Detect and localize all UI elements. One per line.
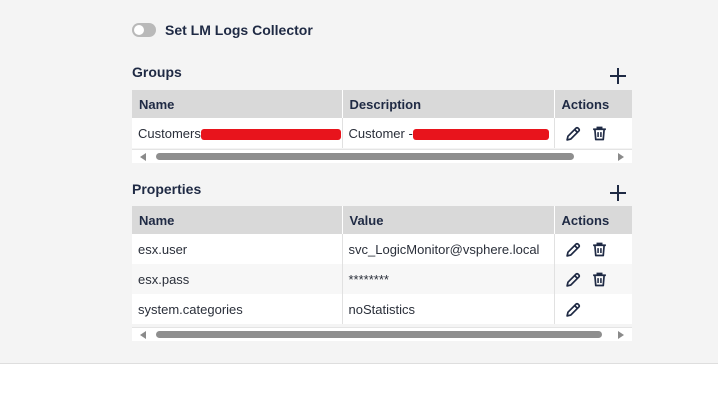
property-name: esx.user: [132, 234, 343, 264]
edit-pencil-icon[interactable]: [565, 241, 582, 258]
property-value: noStatistics: [342, 294, 555, 324]
group-actions-cell: [554, 118, 632, 148]
groups-table: Name Description Actions Customers Custo…: [132, 90, 632, 148]
group-description: Customer -: [348, 125, 413, 141]
table-header-row: Name Description Actions: [132, 90, 632, 118]
properties-table: Name Value Actions esx.user svc_LogicMon…: [132, 206, 632, 324]
redaction-mark: [200, 128, 341, 140]
column-header-actions: Actions: [554, 90, 632, 118]
add-group-plus-icon[interactable]: [609, 67, 627, 85]
scroll-thumb[interactable]: [156, 153, 574, 160]
property-actions-cell: [554, 234, 632, 264]
table-row: esx.pass ********: [132, 264, 632, 294]
table-row: system.categories noStatistics: [132, 294, 632, 324]
group-description-cell: Customer -: [342, 118, 555, 148]
redaction-mark: [412, 128, 549, 140]
edit-pencil-icon[interactable]: [565, 125, 582, 142]
group-name: Customers: [138, 125, 201, 141]
table-header-row: Name Value Actions: [132, 206, 632, 234]
edit-pencil-icon[interactable]: [565, 271, 582, 288]
groups-title: Groups: [132, 64, 182, 80]
scroll-right-arrow-icon[interactable]: [618, 153, 624, 161]
column-header-value[interactable]: Value: [342, 206, 555, 234]
property-name: esx.pass: [132, 264, 343, 294]
properties-title: Properties: [132, 181, 202, 197]
device-settings-panel: Set LM Logs Collector Groups Name Descri…: [0, 0, 718, 364]
table-row: esx.user svc_LogicMonitor@vsphere.local: [132, 234, 632, 264]
add-property-plus-icon[interactable]: [609, 184, 627, 202]
table-row: Customers Customer -: [132, 118, 632, 148]
delete-trash-icon[interactable]: [591, 241, 608, 258]
column-header-actions: Actions: [554, 206, 632, 234]
scroll-left-arrow-icon[interactable]: [140, 153, 146, 161]
scroll-thumb[interactable]: [156, 331, 602, 338]
property-actions-cell: [554, 264, 632, 294]
logs-collector-label: Set LM Logs Collector: [165, 22, 313, 38]
logs-collector-toggle[interactable]: [132, 23, 156, 37]
column-header-name[interactable]: Name: [132, 90, 343, 118]
property-value: svc_LogicMonitor@vsphere.local: [342, 234, 555, 264]
property-actions-cell: [554, 294, 632, 324]
properties-horizontal-scrollbar[interactable]: [132, 327, 632, 341]
property-name: system.categories: [132, 294, 343, 324]
delete-trash-icon[interactable]: [591, 271, 608, 288]
groups-horizontal-scrollbar[interactable]: [132, 149, 632, 163]
column-header-name[interactable]: Name: [132, 206, 343, 234]
property-value: ********: [342, 264, 555, 294]
scroll-right-arrow-icon[interactable]: [618, 331, 624, 339]
scroll-left-arrow-icon[interactable]: [140, 331, 146, 339]
column-header-description[interactable]: Description: [342, 90, 555, 118]
logs-collector-row: Set LM Logs Collector: [132, 22, 313, 38]
delete-trash-icon[interactable]: [591, 125, 608, 142]
edit-pencil-icon[interactable]: [565, 301, 582, 318]
group-name-cell: Customers: [132, 118, 343, 148]
